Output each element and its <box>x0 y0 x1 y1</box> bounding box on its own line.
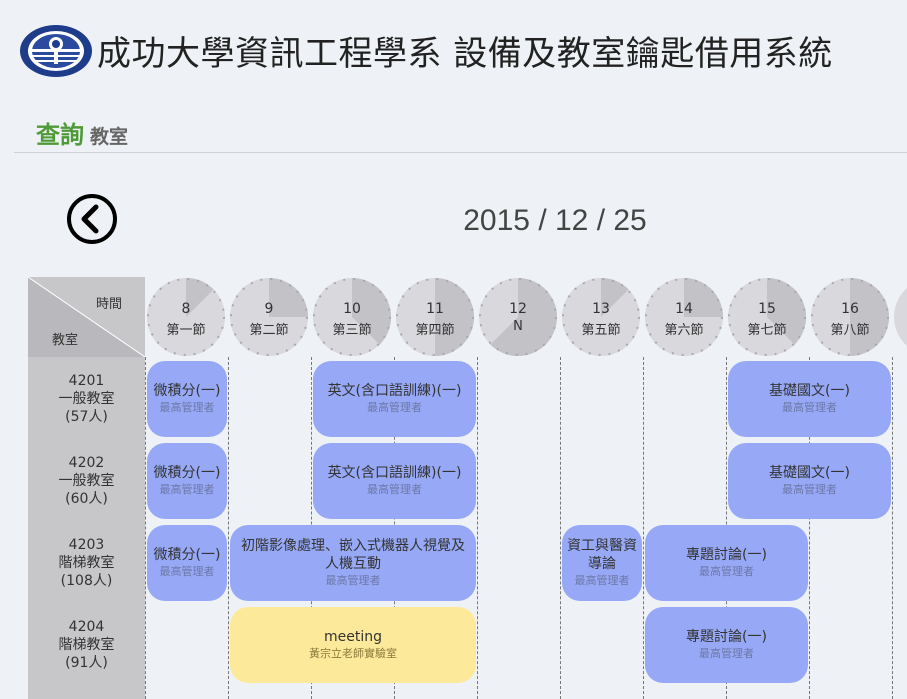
period-name: N <box>513 319 523 334</box>
room-label-4203[interactable]: 4203 階梯教室 (108人) <box>28 536 145 590</box>
column-divider <box>145 357 146 699</box>
booking-title: 微積分(一) <box>153 465 221 481</box>
booking-title: meeting <box>323 629 382 645</box>
booking-block[interactable]: 基礎國文(一) 最高管理者 <box>728 361 891 437</box>
period-hour: 9 <box>264 301 274 317</box>
booking-block[interactable]: 微積分(一) 最高管理者 <box>147 361 227 437</box>
period-hour: 10 <box>343 301 361 317</box>
booking-title: 專題討論(一) <box>686 547 767 563</box>
period-hour: 13 <box>592 301 610 317</box>
clock-icon <box>230 278 308 356</box>
room-label-4202[interactable]: 4202 一般教室 (60人) <box>28 454 145 508</box>
room-id: 4202 <box>68 455 105 471</box>
period-name: 第七節 <box>747 323 787 338</box>
section-title: 查詢 <box>36 121 84 149</box>
booking-block[interactable]: 專題討論(一) 最高管理者 <box>645 525 808 601</box>
corner-room-label: 教室 <box>52 333 79 348</box>
clock-icon <box>894 287 907 347</box>
room-capacity: (108人) <box>60 573 113 589</box>
column-divider <box>643 357 644 699</box>
header: 成功大學資訊工程學系 設備及教室鑰匙借用系統 <box>0 0 907 100</box>
corner-time-label: 時間 <box>96 297 123 312</box>
booking-owner: 最高管理者 <box>782 401 837 414</box>
period-name: 第四節 <box>415 323 455 338</box>
period-hour: 8 <box>181 301 191 317</box>
booking-block[interactable]: 基礎國文(一) 最高管理者 <box>728 443 891 519</box>
clock-icon <box>396 278 474 356</box>
university-logo-icon <box>20 25 92 77</box>
period-hour: 16 <box>841 301 859 317</box>
room-label-4204[interactable]: 4204 階梯教室 (91人) <box>28 618 145 672</box>
column-divider <box>228 357 229 699</box>
booking-owner: 最高管理者 <box>159 401 215 414</box>
booking-block[interactable]: 專題討論(一) 最高管理者 <box>645 607 808 683</box>
period-hour: 14 <box>675 301 693 317</box>
booking-title: 英文(含口語訓練)(一) <box>327 465 462 481</box>
booking-owner: 最高管理者 <box>325 574 381 587</box>
period-name: 第三節 <box>332 323 372 338</box>
booking-block[interactable]: 英文(含口語訓練)(一) 最高管理者 <box>313 361 476 437</box>
site-title: 成功大學資訊工程學系 設備及教室鑰匙借用系統 <box>97 34 833 74</box>
booking-title: 基礎國文(一) <box>769 465 850 481</box>
clock-icon <box>562 277 640 356</box>
booking-block[interactable]: meeting 黃宗立老師實驗室 <box>230 607 476 683</box>
period-hour: 15 <box>758 301 776 317</box>
booking-owner: 最高管理者 <box>699 565 754 578</box>
section-subtitle: 教室 <box>90 126 129 148</box>
clock-icon <box>728 277 807 356</box>
booking-block[interactable]: 英文(含口語訓練)(一) 最高管理者 <box>313 443 476 519</box>
period-name: 第一節 <box>166 323 206 338</box>
period-hour: 11 <box>426 301 444 317</box>
previous-day-button[interactable] <box>66 193 118 245</box>
period-hour: 12 <box>509 301 527 317</box>
booking-block[interactable]: 微積分(一) 最高管理者 <box>147 443 227 519</box>
booking-owner: 最高管理者 <box>367 401 422 414</box>
period-name: 第二節 <box>249 323 289 338</box>
room-capacity: (91人) <box>65 655 108 671</box>
section-heading: 查詢 教室 <box>36 115 128 150</box>
booking-owner: 最高管理者 <box>367 483 422 496</box>
room-type: 一般教室 <box>58 473 115 489</box>
booking-title: 專題討論(一) <box>686 629 767 645</box>
room-type: 階梯教室 <box>58 637 115 653</box>
room-type: 階梯教室 <box>58 555 115 571</box>
booking-block[interactable]: 初階影像處理、嵌入式機器人視覺及人機互動 最高管理者 <box>230 525 476 601</box>
booking-title: 基礎國文(一) <box>769 383 850 399</box>
clock-icon <box>479 278 557 356</box>
clock-icon <box>147 277 225 356</box>
booking-title: 微積分(一) <box>153 383 221 399</box>
booking-owner: 最高管理者 <box>699 647 754 660</box>
room-capacity: (60人) <box>65 491 108 507</box>
booking-owner: 最高管理者 <box>159 565 215 578</box>
booking-owner: 最高管理者 <box>574 574 630 587</box>
column-divider <box>477 357 478 699</box>
divider <box>14 152 907 153</box>
booking-block[interactable]: 微積分(一) 最高管理者 <box>147 525 227 601</box>
booking-title: 資工與醫資導論 <box>567 538 637 572</box>
room-type: 一般教室 <box>58 391 115 407</box>
period-name: 第五節 <box>581 323 621 338</box>
room-id: 4201 <box>68 373 105 389</box>
room-capacity: (57人) <box>65 409 108 425</box>
booking-title: 微積分(一) <box>153 547 221 563</box>
period-name: 第八節 <box>830 323 870 338</box>
booking-block[interactable]: 資工與醫資導論 最高管理者 <box>562 525 642 601</box>
room-id: 4203 <box>68 537 105 553</box>
booking-title: 初階影像處理、嵌入式機器人視覺及人機互動 <box>241 538 465 572</box>
column-divider <box>892 357 893 699</box>
booking-owner: 最高管理者 <box>782 483 837 496</box>
grid-corner <box>28 277 145 357</box>
room-id: 4204 <box>68 619 105 635</box>
booking-title: 英文(含口語訓練)(一) <box>327 383 462 399</box>
clock-icon <box>645 278 723 356</box>
room-label-4201[interactable]: 4201 一般教室 (57人) <box>28 372 145 426</box>
clock-icon <box>811 278 889 356</box>
clock-icon <box>313 277 392 356</box>
current-date: 2015 / 12 / 25 <box>463 204 647 237</box>
column-divider <box>560 357 561 699</box>
booking-owner: 最高管理者 <box>159 483 215 496</box>
booking-owner: 黃宗立老師實驗室 <box>309 647 397 660</box>
period-name: 第六節 <box>664 323 704 338</box>
